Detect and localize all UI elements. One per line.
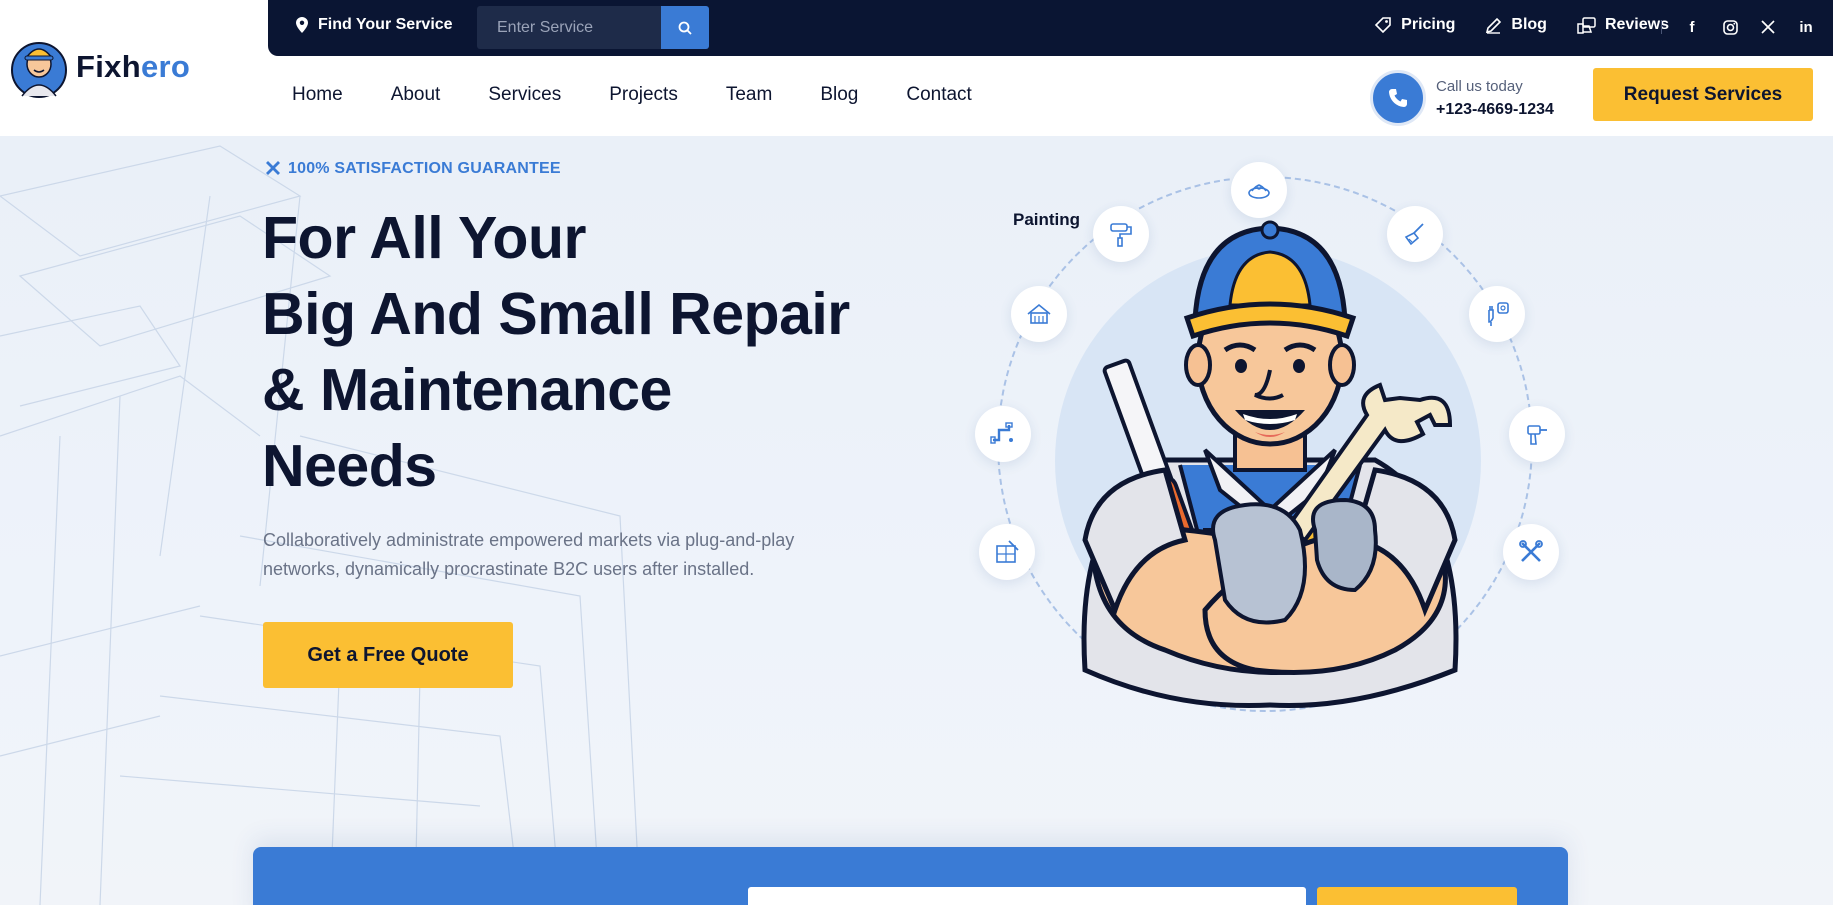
guarantee-tag: 100% SATISFACTION GUARANTEE	[264, 160, 561, 178]
brand-name: Fixhero	[76, 49, 191, 84]
request-services-button[interactable]: Request Services	[1593, 68, 1813, 121]
call-number: +123-4669-1234	[1436, 100, 1554, 118]
nav-about[interactable]: About	[391, 84, 441, 106]
service-orbit: Painting	[975, 150, 1575, 712]
pipe-icon[interactable]	[975, 406, 1031, 462]
top-link-blog[interactable]: Blog	[1485, 16, 1547, 34]
nav-home[interactable]: Home	[292, 84, 343, 106]
instagram-icon[interactable]	[1721, 18, 1739, 36]
top-bar: Find Your Service Pricing Blog Reviews f…	[268, 0, 1833, 56]
top-link-pricing[interactable]: Pricing	[1374, 16, 1455, 34]
call-us[interactable]: Call us today +123-4669-1234	[1370, 70, 1554, 126]
search-icon	[678, 21, 692, 35]
mascot-logo-icon	[11, 42, 67, 98]
free-quote-button[interactable]: Get a Free Quote	[263, 622, 513, 688]
drill-icon[interactable]	[1509, 406, 1565, 462]
window-clean-icon[interactable]	[979, 524, 1035, 580]
logo[interactable]: Fixhero	[8, 34, 190, 100]
call-text: Call us today +123-4669-1234	[1436, 78, 1554, 119]
service-search-input[interactable]	[477, 6, 661, 49]
main-nav: Home About Services Projects Team Blog C…	[292, 84, 972, 106]
find-service-label[interactable]: Find Your Service	[296, 16, 453, 34]
facebook-icon[interactable]: f	[1683, 18, 1701, 36]
nav-services[interactable]: Services	[488, 84, 561, 106]
social-links: f in	[1683, 18, 1815, 36]
x-icon[interactable]	[1759, 18, 1777, 36]
pen-icon	[1486, 17, 1502, 34]
topbar-divider	[1661, 20, 1662, 34]
top-links: Pricing Blog Reviews	[1374, 16, 1669, 34]
band-submit-button[interactable]	[1317, 887, 1517, 905]
tools-icon[interactable]	[1503, 524, 1559, 580]
nav-contact[interactable]: Contact	[906, 84, 971, 106]
hero-section: 100% SATISFACTION GUARANTEE For All Your…	[0, 136, 1833, 905]
tools-cross-icon	[266, 161, 280, 175]
call-label: Call us today	[1436, 77, 1523, 95]
nav-projects[interactable]: Projects	[609, 84, 678, 106]
hero-headline: For All Your Big And Small Repair & Main…	[262, 205, 850, 499]
tag-icon	[1375, 17, 1391, 34]
quick-search-band	[253, 847, 1568, 905]
review-icon	[1577, 16, 1596, 34]
nav-team[interactable]: Team	[726, 84, 772, 106]
hero-description: Collaboratively administrate empowered m…	[263, 530, 795, 579]
top-link-reviews[interactable]: Reviews	[1577, 16, 1669, 34]
nav-blog[interactable]: Blog	[820, 84, 858, 106]
handyman-mascot-illustration	[1081, 220, 1459, 709]
band-input-field[interactable]	[748, 887, 1306, 905]
location-pin-icon	[296, 17, 308, 33]
linkedin-icon[interactable]: in	[1797, 18, 1815, 36]
phone-icon	[1370, 70, 1426, 126]
search-button[interactable]	[661, 6, 709, 49]
